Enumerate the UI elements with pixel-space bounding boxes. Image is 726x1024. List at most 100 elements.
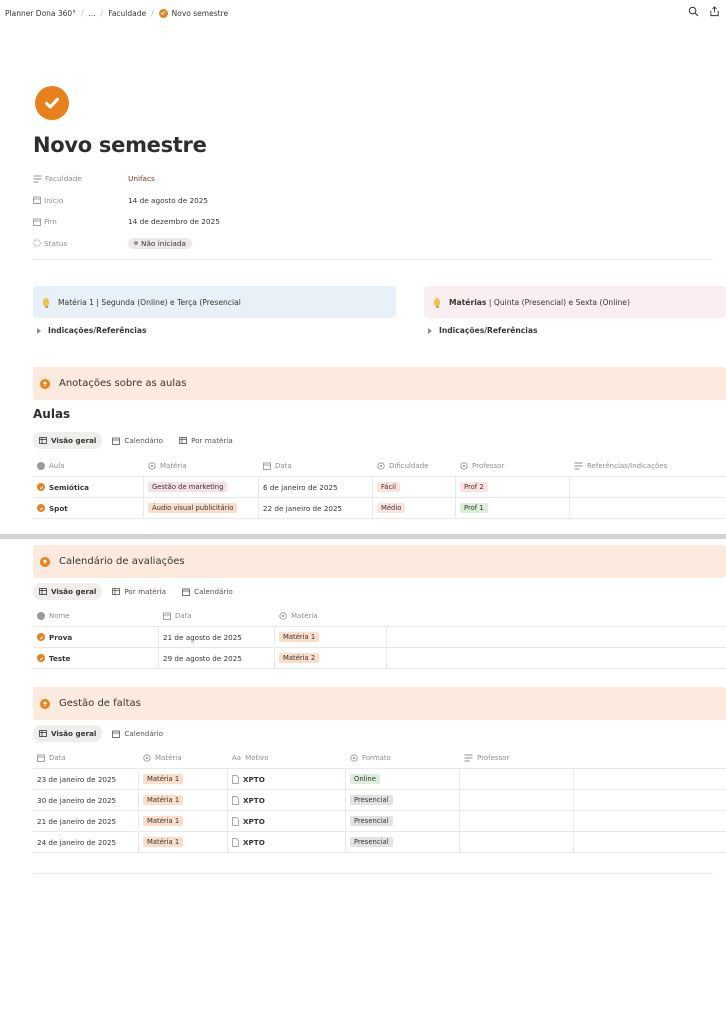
cell-referencias[interactable]: [570, 477, 726, 497]
column-data[interactable]: Data: [159, 606, 275, 626]
table-row[interactable]: Prova 21 de agosto de 2025 Matéria 1: [33, 627, 726, 648]
cell-materia[interactable]: Matéria 2: [275, 648, 387, 668]
search-icon[interactable]: [688, 6, 699, 19]
cell-data[interactable]: 21 de agosto de 2025: [159, 627, 275, 647]
cell-aula[interactable]: Semiótica: [33, 477, 144, 497]
callout-materias[interactable]: Matérias | Quinta (Presencial) e Sexta (…: [424, 286, 726, 318]
cell-materia[interactable]: Matéria 1: [139, 790, 228, 810]
column-data[interactable]: Data: [259, 456, 373, 476]
page-icon[interactable]: [35, 86, 69, 120]
breadcrumb-parent[interactable]: Faculdade: [108, 9, 146, 18]
cell-data[interactable]: 22 de janeiro de 2025: [259, 498, 373, 518]
table-row[interactable]: 24 de janeiro de 2025 Matéria 1 XPTO Pre…: [33, 832, 726, 853]
cell-nome[interactable]: Teste: [33, 648, 159, 668]
property-value[interactable]: Não iniciada: [128, 237, 193, 249]
cell-formato[interactable]: Presencial: [346, 790, 460, 810]
column-nome[interactable]: Nome: [33, 606, 159, 626]
table-row[interactable]: Semiótica Gestão de marketing 6 de janei…: [33, 477, 726, 498]
tab-calendario[interactable]: Calendário: [106, 432, 169, 449]
cell-materia[interactable]: Matéria 1: [139, 769, 228, 789]
cell-aula[interactable]: Spot: [33, 498, 144, 518]
column-materia[interactable]: Matéria: [275, 606, 387, 626]
property-status[interactable]: Status Não iniciada: [33, 233, 713, 255]
column-dificuldade[interactable]: Dificuldade: [373, 456, 456, 476]
cell-professor[interactable]: [460, 790, 574, 810]
table-row[interactable]: 21 de janeiro de 2025 Matéria 1 XPTO Pre…: [33, 811, 726, 832]
cell-data[interactable]: 30 de janeiro de 2025: [33, 790, 139, 810]
cell-dificuldade[interactable]: Fácil: [373, 477, 456, 497]
tab-visao-geral[interactable]: Visão geral: [33, 725, 103, 742]
cell-materia[interactable]: Matéria 1: [139, 811, 228, 831]
column-motivo[interactable]: Aa Motivo: [228, 748, 346, 768]
tab-por-materia[interactable]: Por matéria: [106, 583, 172, 600]
page-title[interactable]: Novo semestre: [33, 133, 207, 157]
cell-referencias[interactable]: [570, 498, 726, 518]
arrow-up-circle-icon: [40, 698, 50, 709]
property-fim[interactable]: Fim 14 de dezembro de 2025: [33, 211, 713, 233]
table-row[interactable]: 23 de janeiro de 2025 Matéria 1 XPTO Onl…: [33, 769, 726, 790]
toggle-indicacoes-1[interactable]: Indicações/Referências: [37, 326, 147, 335]
breadcrumb: Planner Dona 360° / ... / Faculdade / No…: [0, 0, 726, 26]
section-anotacoes[interactable]: Anotações sobre as aulas: [33, 367, 726, 400]
section-faltas[interactable]: Gestão de faltas: [33, 687, 726, 720]
divider: [33, 259, 713, 260]
cell-data[interactable]: 29 de agosto de 2025: [159, 648, 275, 668]
check-icon: [37, 504, 45, 512]
cell-formato[interactable]: Online: [346, 769, 460, 789]
cell-formato[interactable]: Presencial: [346, 832, 460, 852]
properties: Faculdade Unifacs Início 14 de agosto de…: [33, 168, 713, 254]
cell-data[interactable]: 21 de janeiro de 2025: [33, 811, 139, 831]
cell-data[interactable]: 24 de janeiro de 2025: [33, 832, 139, 852]
section-avaliacoes[interactable]: Calendário de avaliações: [33, 545, 726, 578]
cell-motivo[interactable]: XPTO: [228, 811, 346, 831]
property-faculdade[interactable]: Faculdade Unifacs: [33, 168, 713, 190]
cell-motivo[interactable]: XPTO: [228, 832, 346, 852]
tab-calendario[interactable]: Calendário: [106, 725, 169, 742]
property-inicio[interactable]: Início 14 de agosto de 2025: [33, 190, 713, 212]
cell-professor[interactable]: [460, 832, 574, 852]
cell-professor[interactable]: Prof 2: [456, 477, 570, 497]
avaliacoes-table: Nome Data Matéria Prova 21 de agosto de …: [33, 606, 726, 669]
table-icon: [39, 730, 47, 737]
column-materia[interactable]: Matéria: [144, 456, 259, 476]
property-value[interactable]: 14 de agosto de 2025: [128, 196, 208, 205]
column-professor[interactable]: Professor: [456, 456, 570, 476]
cell-professor[interactable]: [460, 769, 574, 789]
tab-visao-geral[interactable]: Visão geral: [33, 583, 103, 600]
callout-text: Matéria 1 | Segunda (Online) e Terça (Pr…: [58, 297, 241, 307]
cell-motivo[interactable]: XPTO: [228, 769, 346, 789]
cell-professor[interactable]: [460, 811, 574, 831]
cell-professor[interactable]: Prof 1: [456, 498, 570, 518]
table-row[interactable]: Teste 29 de agosto de 2025 Matéria 2: [33, 648, 726, 669]
column-data[interactable]: Data: [33, 748, 139, 768]
cell-materia[interactable]: Matéria 1: [139, 832, 228, 852]
cell-materia[interactable]: Gestão de marketing: [144, 477, 259, 497]
cell-dificuldade[interactable]: Médio: [373, 498, 456, 518]
cell-nome[interactable]: Prova: [33, 627, 159, 647]
cell-formato[interactable]: Presencial: [346, 811, 460, 831]
tab-calendario[interactable]: Calendário: [176, 583, 239, 600]
property-label: Faculdade: [33, 174, 128, 183]
cell-data[interactable]: 23 de janeiro de 2025: [33, 769, 139, 789]
cell-motivo[interactable]: XPTO: [228, 790, 346, 810]
share-icon[interactable]: [709, 6, 720, 19]
breadcrumb-ellipsis[interactable]: ...: [89, 9, 96, 18]
tab-visao-geral[interactable]: Visão geral: [33, 432, 103, 449]
cell-materia[interactable]: Áudio visual publicitário: [144, 498, 259, 518]
column-formato[interactable]: Formato: [346, 748, 460, 768]
column-professor[interactable]: Professor: [460, 748, 574, 768]
column-aula[interactable]: Aula: [33, 456, 144, 476]
cell-materia[interactable]: Matéria 1: [275, 627, 387, 647]
table-row[interactable]: 30 de janeiro de 2025 Matéria 1 XPTO Pre…: [33, 790, 726, 811]
column-referencias[interactable]: Referências/Indicações: [570, 456, 726, 476]
table-row[interactable]: Spot Áudio visual publicitário 22 de jan…: [33, 498, 726, 519]
breadcrumb-current[interactable]: Novo semestre: [158, 8, 228, 18]
property-value[interactable]: 14 de dezembro de 2025: [128, 217, 220, 226]
breadcrumb-root[interactable]: Planner Dona 360°: [5, 9, 76, 18]
cell-data[interactable]: 6 de janeiro de 2025: [259, 477, 373, 497]
toggle-indicacoes-2[interactable]: Indicações/Referências: [428, 326, 538, 335]
column-materia[interactable]: Matéria: [139, 748, 228, 768]
property-value[interactable]: Unifacs: [128, 174, 155, 183]
tab-por-materia[interactable]: Por matéria: [173, 432, 239, 449]
callout-materia-1[interactable]: Matéria 1 | Segunda (Online) e Terça (Pr…: [33, 286, 396, 318]
